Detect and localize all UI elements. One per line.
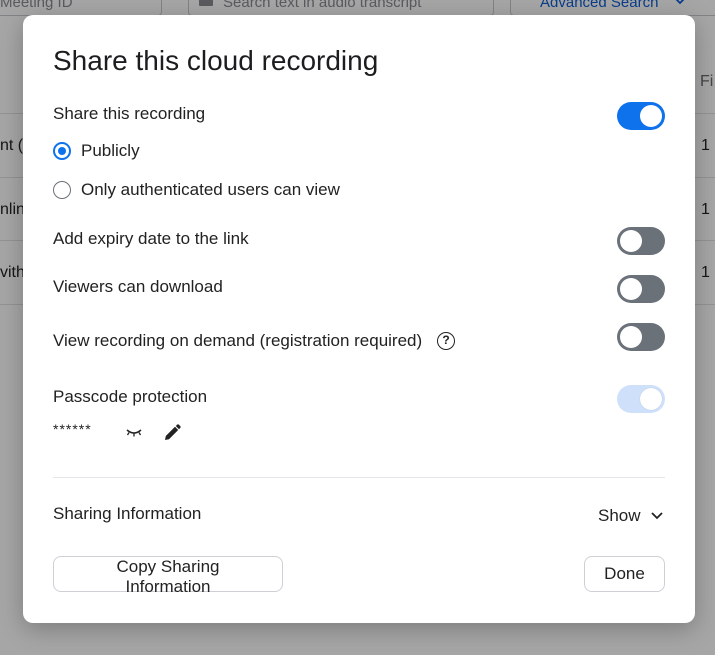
radio-authenticated-only[interactable] xyxy=(53,181,71,199)
toggle-knob xyxy=(620,230,642,252)
download-label: Viewers can download xyxy=(53,277,223,296)
toggle-knob xyxy=(640,105,662,127)
share-recording-dialog: Share this cloud recording Share this re… xyxy=(23,15,695,623)
toggle-knob xyxy=(640,388,662,410)
eye-closed-icon[interactable] xyxy=(125,428,143,438)
question-circle-icon[interactable]: ? xyxy=(437,332,455,350)
share-recording-toggle[interactable] xyxy=(617,102,665,130)
toggle-knob xyxy=(620,278,642,300)
done-button[interactable]: Done xyxy=(584,556,665,592)
passcode-toggle[interactable] xyxy=(617,385,665,413)
sharing-info-show-toggle[interactable]: Show xyxy=(598,506,641,526)
radio-publicly[interactable] xyxy=(53,142,71,160)
dialog-title: Share this cloud recording xyxy=(53,45,379,76)
expiry-label: Add expiry date to the link xyxy=(53,229,249,248)
pencil-icon[interactable] xyxy=(163,424,181,442)
radio-authenticated-label[interactable]: Only authenticated users can view xyxy=(81,180,340,200)
copy-sharing-info-button[interactable]: Copy Sharing Information xyxy=(53,556,283,596)
passcode-masked-value: ****** xyxy=(53,421,92,437)
on-demand-toggle[interactable] xyxy=(617,323,665,351)
expiry-toggle[interactable] xyxy=(617,227,665,255)
download-toggle[interactable] xyxy=(617,275,665,303)
sharing-info-label: Sharing Information xyxy=(53,504,202,523)
section-divider xyxy=(53,477,665,478)
chevron-down-icon[interactable] xyxy=(650,509,664,523)
toggle-knob xyxy=(620,326,642,348)
passcode-label: Passcode protection xyxy=(53,387,208,406)
radio-publicly-label[interactable]: Publicly xyxy=(81,141,140,161)
on-demand-label: View recording on demand (registration r… xyxy=(53,331,423,350)
share-recording-label: Share this recording xyxy=(53,104,206,123)
